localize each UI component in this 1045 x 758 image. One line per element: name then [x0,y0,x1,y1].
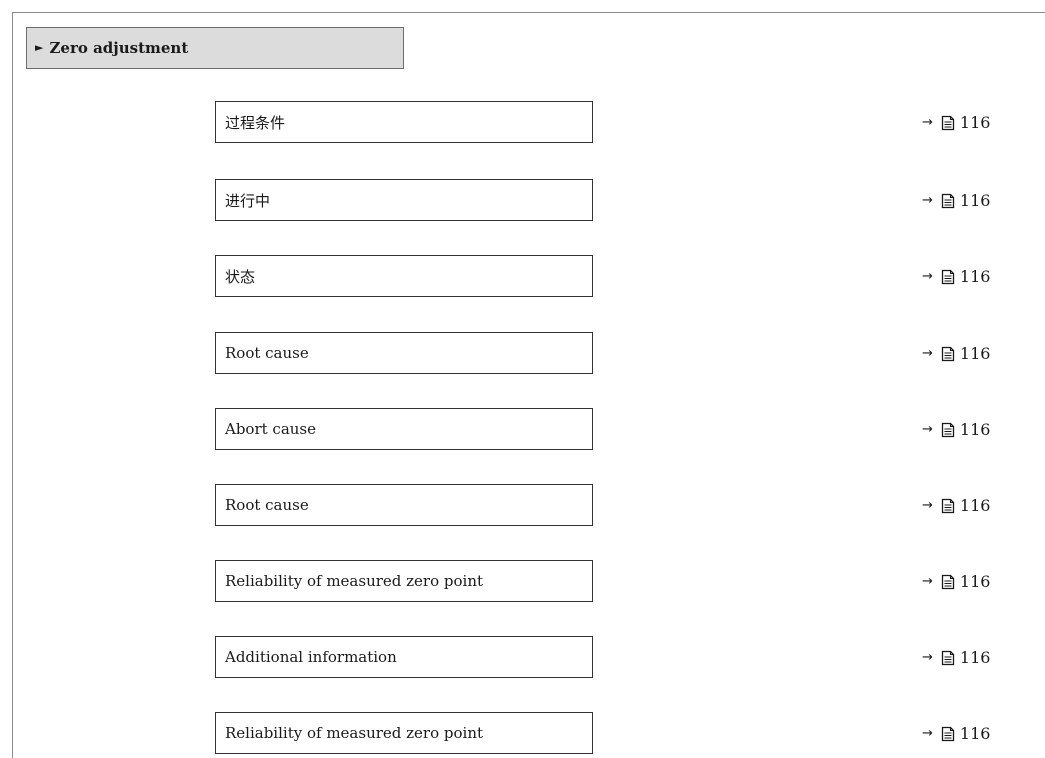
page-number: 116 [959,647,991,667]
parameter-label: 进行中 [225,191,271,210]
parameter-label: Reliability of measured zero point [225,572,484,590]
page-reference[interactable]: → 116 [922,332,990,374]
parameter-list: 过程条件 → 116 进行中 → 116 状态 → 116 Root cause [0,0,1045,758]
arrow-right-icon: → [922,114,933,130]
arrow-right-icon: → [922,268,933,284]
parameter-box[interactable]: Root cause [215,484,593,526]
page-icon [941,574,955,590]
parameter-box[interactable]: Root cause [215,332,593,374]
page-number: 116 [959,495,991,515]
arrow-right-icon: → [922,649,933,665]
parameter-row: 进行中 → 116 [0,179,1045,221]
page-number: 116 [959,266,991,286]
parameter-box[interactable]: Additional information [215,636,593,678]
page-icon [941,115,955,131]
parameter-row: Abort cause → 116 [0,408,1045,450]
page-reference[interactable]: → 116 [922,408,990,450]
arrow-right-icon: → [922,497,933,513]
parameter-label: Root cause [225,344,309,362]
parameter-box[interactable]: 过程条件 [215,101,593,143]
arrow-right-icon: → [922,573,933,589]
page-icon [941,650,955,666]
parameter-box[interactable]: 进行中 [215,179,593,221]
page-number: 116 [959,112,991,132]
parameter-box[interactable]: Reliability of measured zero point [215,712,593,754]
parameter-label: Reliability of measured zero point [225,724,484,742]
page-icon [941,269,955,285]
page-reference[interactable]: → 116 [922,712,990,754]
page-reference[interactable]: → 116 [922,636,990,678]
parameter-label: 状态 [225,267,256,286]
arrow-right-icon: → [922,345,933,361]
parameter-label: Abort cause [225,420,317,438]
page-number: 116 [959,343,991,363]
page-icon [941,726,955,742]
page-number: 116 [959,419,991,439]
page-reference[interactable]: → 116 [922,484,990,526]
parameter-row: 状态 → 116 [0,255,1045,297]
parameter-box[interactable]: 状态 [215,255,593,297]
parameter-label: Additional information [225,648,397,666]
parameter-row: Root cause → 116 [0,484,1045,526]
page-reference[interactable]: → 116 [922,179,990,221]
parameter-row: 过程条件 → 116 [0,101,1045,143]
parameter-row: Additional information → 116 [0,636,1045,678]
page-number: 116 [959,190,991,210]
parameter-row: Reliability of measured zero point → 116 [0,712,1045,754]
parameter-box[interactable]: Abort cause [215,408,593,450]
arrow-right-icon: → [922,421,933,437]
arrow-right-icon: → [922,192,933,208]
arrow-right-icon: → [922,725,933,741]
page-reference[interactable]: → 116 [922,255,990,297]
page-icon [941,422,955,438]
parameter-label: Root cause [225,496,309,514]
page-icon [941,346,955,362]
parameter-box[interactable]: Reliability of measured zero point [215,560,593,602]
parameter-label: 过程条件 [225,113,286,132]
page-reference[interactable]: → 116 [922,101,990,143]
page-icon [941,193,955,209]
page-number: 116 [959,723,991,743]
parameter-row: Reliability of measured zero point → 116 [0,560,1045,602]
page-reference[interactable]: → 116 [922,560,990,602]
parameter-row: Root cause → 116 [0,332,1045,374]
page-number: 116 [959,571,991,591]
page-icon [941,498,955,514]
